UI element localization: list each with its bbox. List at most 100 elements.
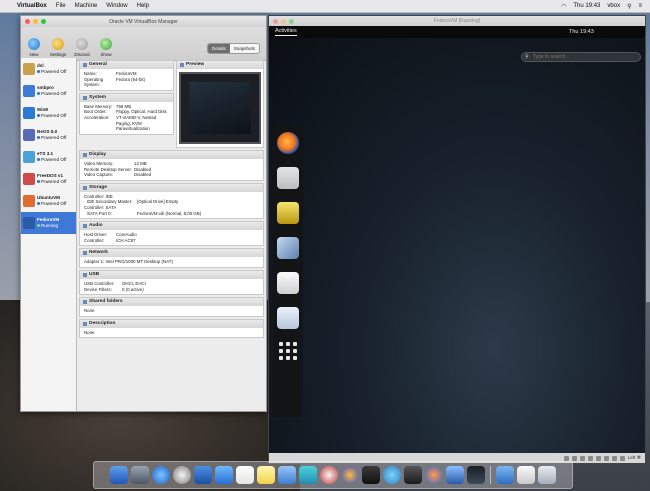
display-status-icon[interactable] <box>611 455 617 461</box>
gnome-overview: ⚲ <box>269 38 645 453</box>
wifi-icon[interactable]: ◠ <box>561 3 566 10</box>
section-header[interactable]: Description <box>80 319 263 328</box>
documents-icon[interactable] <box>277 272 299 294</box>
sata-port-value: FedoraVM.vdi (Normal, 8,00 GB) <box>137 210 202 216</box>
section-header[interactable]: Storage <box>80 183 263 192</box>
cheese-camera-icon[interactable] <box>277 167 299 189</box>
section-header[interactable]: Network <box>80 249 263 258</box>
close-button[interactable] <box>25 19 30 24</box>
vm-item-beos[interactable]: BeOS 5.0 Powered Off <box>21 124 76 146</box>
menu-app-name[interactable]: VirtualBox <box>17 3 47 9</box>
section-header[interactable]: USB <box>80 270 263 279</box>
rhythmbox-icon[interactable] <box>277 202 299 224</box>
vm-state: Powered Off <box>37 157 66 163</box>
section-header[interactable]: Audio <box>80 222 263 231</box>
vm-item-ubuntuvm[interactable]: UbuntuVM Powered Off <box>21 190 76 212</box>
menu-machine[interactable]: Machine <box>75 3 98 9</box>
vm-item-win8[interactable]: Win8 Powered Off <box>21 102 76 124</box>
menu-file[interactable]: File <box>56 3 66 9</box>
minimize-button[interactable] <box>33 19 38 24</box>
photos-icon[interactable] <box>277 237 299 259</box>
usb-icon <box>83 272 87 277</box>
search-input[interactable] <box>530 53 635 61</box>
os-icon <box>23 85 35 97</box>
field-label: SATA Port 0: <box>87 210 112 216</box>
spotlight-icon[interactable]: ⚲ <box>627 3 631 10</box>
host-key-label: Left ⌘ <box>627 455 641 460</box>
close-button[interactable] <box>273 19 278 24</box>
vm-titlebar[interactable]: FedoraVM [Running] <box>269 16 645 26</box>
menu-user[interactable]: vbox <box>607 3 620 9</box>
audio-status-icon[interactable] <box>579 455 585 461</box>
vm-item-freedos[interactable]: FreeDOS v1 Powered Off <box>21 168 76 190</box>
search-box[interactable]: ⚲ <box>521 52 641 62</box>
document-stack-icon[interactable] <box>517 466 535 484</box>
preview-icon <box>180 63 184 67</box>
minimize-button[interactable] <box>281 19 286 24</box>
calendar-icon[interactable] <box>236 466 254 484</box>
firefox-icon[interactable] <box>277 132 299 154</box>
vm-state: Powered Off <box>37 113 66 119</box>
section-header[interactable]: General <box>80 61 173 69</box>
vm-item-dsl[interactable]: dsl Powered Off <box>21 58 76 80</box>
vm-item-ets[interactable]: eTS 3.1 Powered Off <box>21 146 76 168</box>
optical-drive-value: [Optical Drive] Empty <box>137 199 179 205</box>
manager-titlebar[interactable]: Oracle VM VirtualBox Manager <box>21 16 266 27</box>
vm-state: Powered Off <box>37 69 66 75</box>
safari-icon[interactable] <box>152 466 170 484</box>
network-status-icon[interactable] <box>587 455 593 461</box>
usb-status-icon[interactable] <box>595 455 601 461</box>
settings-label: Settings <box>49 52 67 57</box>
preview-app-icon[interactable] <box>278 466 296 484</box>
show-applications-icon[interactable] <box>279 342 297 360</box>
details-pane: General Name: FedoraVM Operating System: F… <box>79 60 264 409</box>
folder-icon <box>83 300 87 305</box>
menu-window[interactable]: Window <box>106 3 127 9</box>
firefox-dock-icon[interactable] <box>341 466 359 484</box>
section-header[interactable]: Display <box>80 151 263 159</box>
discard-button[interactable]: Discard <box>73 38 91 57</box>
mouse-integration-icon[interactable] <box>619 455 625 461</box>
virtualbox-icon[interactable] <box>446 466 464 484</box>
zoom-button[interactable] <box>289 19 294 24</box>
section-header[interactable]: System <box>80 93 173 102</box>
activity-monitor-icon[interactable] <box>362 466 380 484</box>
launchpad-icon[interactable] <box>131 466 149 484</box>
zoom-button[interactable] <box>41 19 46 24</box>
chrome-icon[interactable] <box>173 466 191 484</box>
gnome-clock[interactable]: Thu 19:43 <box>569 29 594 35</box>
show-button[interactable]: Show <box>97 38 115 57</box>
os-icon <box>23 63 35 75</box>
terminal-icon[interactable] <box>404 466 422 484</box>
optical-drive-status-icon[interactable] <box>571 455 577 461</box>
system-preferences-icon[interactable] <box>383 466 401 484</box>
shared-folders-status-icon[interactable] <box>603 455 609 461</box>
facetime-icon[interactable] <box>299 466 317 484</box>
details-tab[interactable]: Details <box>207 44 230 53</box>
audio-controller-value: ICH AC97 <box>116 237 136 243</box>
vm-item-smbpro[interactable]: smbpro Powered Off <box>21 80 76 102</box>
new-button[interactable]: New <box>25 38 43 57</box>
notification-center-icon[interactable]: ≡ <box>638 3 642 9</box>
mail-icon[interactable] <box>194 466 212 484</box>
hard-disk-status-icon[interactable] <box>563 455 569 461</box>
downloads-folder-icon[interactable] <box>496 466 514 484</box>
section-header[interactable]: Shared folders <box>80 298 263 307</box>
os-icon <box>23 173 35 185</box>
vm-item-fedoravm[interactable]: FedoraVM Running <box>21 212 76 234</box>
settings-button[interactable]: Settings <box>49 38 67 57</box>
section-header[interactable]: Preview <box>177 61 263 69</box>
menu-help[interactable]: Help <box>137 3 149 9</box>
app-store-icon[interactable] <box>215 466 233 484</box>
itunes-icon[interactable] <box>320 466 338 484</box>
firefox-alt-icon[interactable] <box>425 466 443 484</box>
finder-icon[interactable] <box>110 466 128 484</box>
menu-clock[interactable]: Thu 19:43 <box>573 3 600 9</box>
running-vm-icon[interactable] <box>467 466 485 484</box>
notes-icon[interactable] <box>257 466 275 484</box>
snapshots-tab[interactable]: Snapshots <box>229 44 259 53</box>
shared-folders-value: None <box>84 308 95 314</box>
software-icon[interactable] <box>277 307 299 329</box>
trash-icon[interactable] <box>538 466 556 484</box>
activities-button[interactable]: Activities <box>275 28 297 36</box>
